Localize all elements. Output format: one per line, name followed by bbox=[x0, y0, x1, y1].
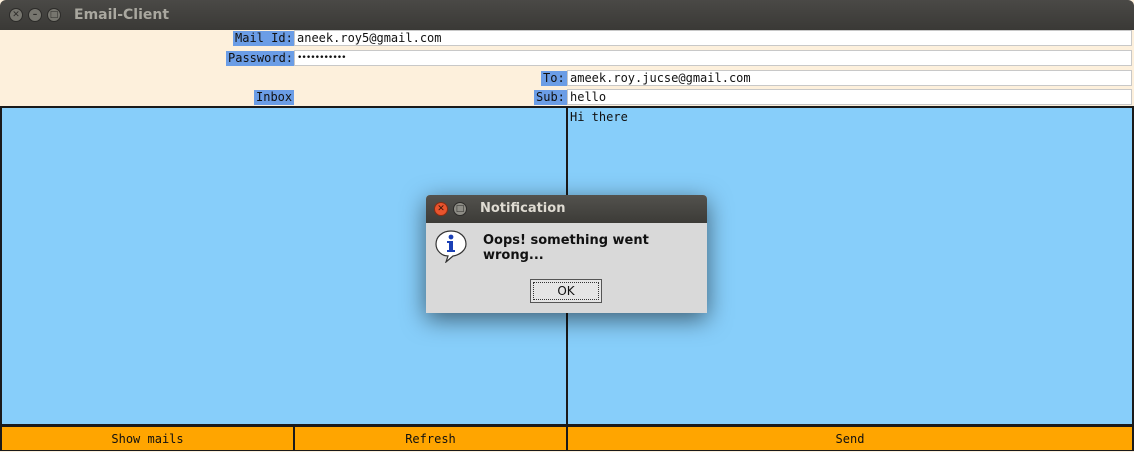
info-icon bbox=[435, 230, 467, 263]
dialog-title: Notification bbox=[480, 201, 566, 216]
dialog-maximize-button[interactable]: □ bbox=[453, 202, 467, 216]
message-body-text: Hi there bbox=[570, 110, 628, 124]
window-close-button[interactable]: ✕ bbox=[9, 8, 23, 22]
window-maximize-button[interactable]: □ bbox=[47, 8, 61, 22]
window-titlebar[interactable]: ✕ – □ Email-Client bbox=[0, 0, 1134, 30]
dialog-titlebar[interactable]: ✕ □ Notification bbox=[426, 195, 707, 223]
subject-field[interactable]: hello bbox=[567, 89, 1132, 105]
show-mails-button[interactable]: Show mails bbox=[0, 425, 295, 451]
dialog-close-button[interactable]: ✕ bbox=[434, 202, 448, 216]
to-field[interactable]: ameek.roy.jucse@gmail.com bbox=[567, 70, 1132, 86]
mail-id-label: Mail Id: bbox=[233, 31, 294, 46]
window-title: Email-Client bbox=[74, 7, 170, 23]
refresh-button[interactable]: Refresh bbox=[293, 425, 568, 451]
password-label: Password: bbox=[226, 51, 294, 66]
email-client-window: ✕ – □ Email-Client Mail Id: aneek.roy5@g… bbox=[0, 0, 1134, 452]
window-minimize-button[interactable]: – bbox=[28, 8, 42, 22]
inbox-label: Inbox bbox=[254, 90, 294, 105]
to-label: To: bbox=[541, 71, 567, 86]
notification-dialog: ✕ □ Notification Oops! something went wr… bbox=[426, 195, 707, 313]
ok-button[interactable]: OK bbox=[530, 279, 602, 303]
password-field[interactable]: ••••••••••• bbox=[294, 50, 1132, 66]
sub-label: Sub: bbox=[534, 90, 567, 105]
mail-id-field[interactable]: aneek.roy5@gmail.com bbox=[294, 30, 1132, 46]
send-button[interactable]: Send bbox=[566, 425, 1134, 451]
dialog-message: Oops! something went wrong... bbox=[483, 233, 649, 263]
